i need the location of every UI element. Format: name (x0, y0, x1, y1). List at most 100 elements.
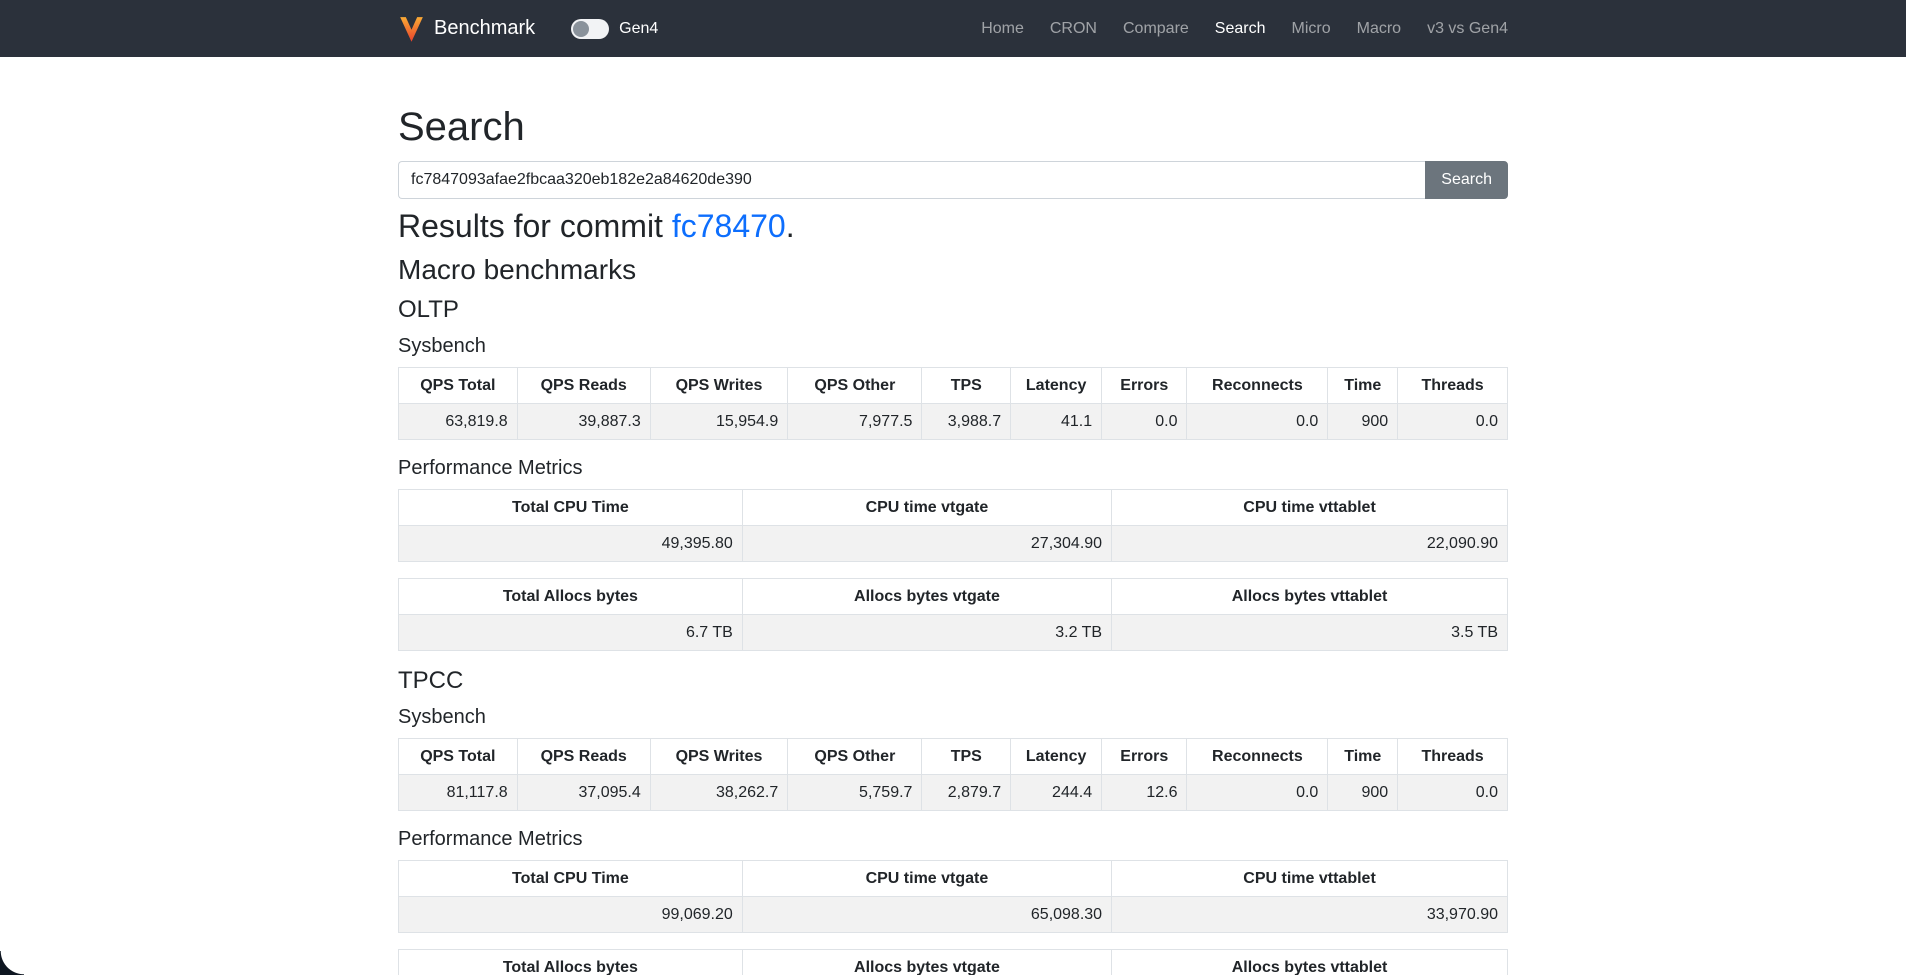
table-cell: 0.0 (1187, 403, 1328, 439)
section-tpcc: TPCC Sysbench QPS TotalQPS ReadsQPS Writ… (398, 667, 1508, 975)
search-input[interactable] (398, 161, 1425, 199)
column-header: QPS Reads (517, 738, 650, 774)
column-header: QPS Total (399, 738, 518, 774)
nav-item-macro[interactable]: Macro (1357, 12, 1401, 46)
table-cell: 27,304.90 (742, 525, 1111, 561)
nav-item-v3-vs-gen4[interactable]: v3 vs Gen4 (1427, 12, 1508, 46)
tpcc-sysbench-label: Sysbench (398, 705, 1508, 729)
column-header: CPU time vttablet (1112, 860, 1508, 896)
page-title: Search (398, 103, 1508, 151)
table-row: 49,395.8027,304.9022,090.90 (399, 525, 1508, 561)
table-cell: 900 (1328, 403, 1398, 439)
column-header: TPS (922, 738, 1011, 774)
results-title: Results for commit fc78470. (398, 207, 1508, 245)
search-group: Search (398, 161, 1508, 199)
table-cell: 49,395.80 (399, 525, 743, 561)
nav-item-micro[interactable]: Micro (1292, 12, 1331, 46)
nav-item-home[interactable]: Home (981, 12, 1024, 46)
vitess-logo-icon (398, 14, 425, 44)
table-row: 81,117.837,095.438,262.75,759.72,879.724… (399, 774, 1508, 810)
column-header: QPS Reads (517, 367, 650, 403)
oltp-performance-metrics-label: Performance Metrics (398, 456, 1508, 480)
table-cell: 37,095.4 (517, 774, 650, 810)
table-cell: 2,879.7 (922, 774, 1011, 810)
tpcc-cpu-table: Total CPU TimeCPU time vtgateCPU time vt… (398, 860, 1508, 933)
column-header: Total CPU Time (399, 860, 743, 896)
gen4-toggle[interactable]: Gen4 (571, 19, 658, 39)
oltp-cpu-table: Total CPU TimeCPU time vtgateCPU time vt… (398, 489, 1508, 562)
oltp-title: OLTP (398, 296, 1508, 325)
tpcc-performance-metrics-label: Performance Metrics (398, 827, 1508, 851)
column-header: Time (1328, 738, 1398, 774)
column-header: Reconnects (1187, 367, 1328, 403)
nav-item-search[interactable]: Search (1215, 12, 1266, 46)
table-cell: 38,262.7 (650, 774, 788, 810)
table-cell: 3.5 TB (1112, 614, 1508, 650)
oltp-sysbench-table: QPS TotalQPS ReadsQPS WritesQPS OtherTPS… (398, 367, 1508, 440)
commit-link[interactable]: fc78470 (672, 208, 786, 244)
results-suffix: . (786, 208, 795, 244)
column-header: Latency (1011, 367, 1102, 403)
column-header: Allocs bytes vtgate (742, 578, 1111, 614)
table-cell: 3.2 TB (742, 614, 1111, 650)
table-cell: 65,098.30 (742, 896, 1111, 932)
table-row: 99,069.2065,098.3033,970.90 (399, 896, 1508, 932)
column-header: CPU time vttablet (1112, 489, 1508, 525)
oltp-sysbench-label: Sysbench (398, 334, 1508, 358)
brand-link[interactable]: Benchmark (398, 14, 535, 44)
column-header: Threads (1398, 367, 1508, 403)
results-prefix: Results for commit (398, 208, 672, 244)
oltp-allocs-table: Total Allocs bytesAllocs bytes vtgateAll… (398, 578, 1508, 651)
toggle-track-icon[interactable] (571, 19, 609, 39)
macro-benchmarks-title: Macro benchmarks (398, 253, 1508, 287)
search-button[interactable]: Search (1425, 161, 1508, 199)
table-cell: 39,887.3 (517, 403, 650, 439)
tpcc-title: TPCC (398, 667, 1508, 696)
column-header: Latency (1011, 738, 1102, 774)
table-cell: 7,977.5 (788, 403, 922, 439)
table-cell: 12.6 (1102, 774, 1187, 810)
column-header: Allocs bytes vttablet (1112, 949, 1508, 975)
column-header: Total CPU Time (399, 489, 743, 525)
column-header: Total Allocs bytes (399, 949, 743, 975)
column-header: QPS Total (399, 367, 518, 403)
table-cell: 41.1 (1011, 403, 1102, 439)
table-cell: 6.7 TB (399, 614, 743, 650)
column-header: Errors (1102, 738, 1187, 774)
navbar-container: Benchmark Gen4 Home CRON Compare Search … (398, 12, 1508, 46)
column-header: Allocs bytes vttablet (1112, 578, 1508, 614)
section-oltp: OLTP Sysbench QPS TotalQPS ReadsQPS Writ… (398, 296, 1508, 651)
screen-corner-artifact (0, 951, 24, 975)
table-cell: 244.4 (1011, 774, 1102, 810)
nav-item-compare[interactable]: Compare (1123, 12, 1189, 46)
navbar: Benchmark Gen4 Home CRON Compare Search … (0, 0, 1906, 57)
column-header: QPS Other (788, 738, 922, 774)
table-cell: 81,117.8 (399, 774, 518, 810)
gen4-toggle-label: Gen4 (619, 20, 658, 38)
table-cell: 33,970.90 (1112, 896, 1508, 932)
column-header: Errors (1102, 367, 1187, 403)
table-cell: 22,090.90 (1112, 525, 1508, 561)
table-cell: 0.0 (1398, 774, 1508, 810)
column-header: CPU time vtgate (742, 860, 1111, 896)
brand-label: Benchmark (434, 17, 535, 40)
nav-item-cron[interactable]: CRON (1050, 12, 1097, 46)
table-cell: 0.0 (1187, 774, 1328, 810)
tpcc-sysbench-table: QPS TotalQPS ReadsQPS WritesQPS OtherTPS… (398, 738, 1508, 811)
table-cell: 3,988.7 (922, 403, 1011, 439)
column-header: Threads (1398, 738, 1508, 774)
main-content: Search Search Results for commit fc78470… (398, 57, 1508, 975)
table-cell: 5,759.7 (788, 774, 922, 810)
table-row: 63,819.839,887.315,954.97,977.53,988.741… (399, 403, 1508, 439)
table-cell: 0.0 (1398, 403, 1508, 439)
table-cell: 900 (1328, 774, 1398, 810)
column-header: QPS Writes (650, 738, 788, 774)
column-header: Time (1328, 367, 1398, 403)
column-header: QPS Other (788, 367, 922, 403)
tpcc-allocs-table: Total Allocs bytesAllocs bytes vtgateAll… (398, 949, 1508, 975)
table-cell: 0.0 (1102, 403, 1187, 439)
column-header: Total Allocs bytes (399, 578, 743, 614)
column-header: Allocs bytes vtgate (742, 949, 1111, 975)
column-header: TPS (922, 367, 1011, 403)
column-header: QPS Writes (650, 367, 788, 403)
